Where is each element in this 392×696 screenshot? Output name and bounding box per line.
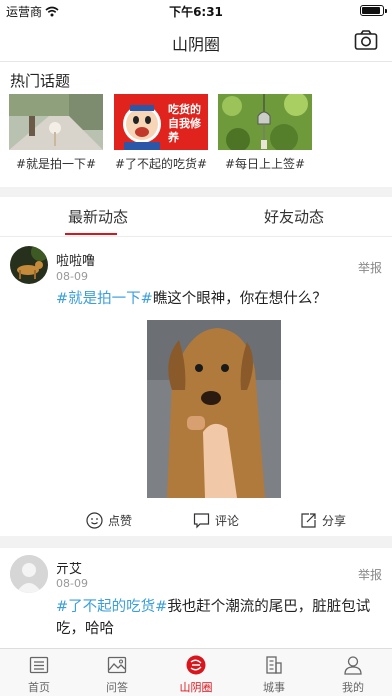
topic-image-text: 吃货的自我修养 [168, 103, 201, 144]
tabbar-label: 山阴圈 [179, 681, 213, 694]
tab-label: 最新动态 [67, 208, 128, 226]
image-icon [107, 656, 127, 674]
topic-item[interactable]: #每日上上签# [218, 94, 312, 172]
tabbar-qa[interactable]: 问答 [78, 649, 156, 696]
comment-icon [193, 512, 210, 528]
tabbar-label: 城事 [263, 681, 285, 694]
battery-level [362, 7, 380, 14]
topic-thumbnail: 吃货的自我修养 [114, 94, 208, 150]
tabbar-label: 问答 [106, 681, 128, 694]
post-card: 啦啦噜 08-09 举报 #就是拍一下#瞧这个眼神，你在想什么？ 点赞 评论 分… [0, 237, 392, 536]
status-bar: 运营商 下午6:31 [0, 0, 392, 20]
comment-button[interactable]: 评论 [193, 508, 239, 532]
tab-latest[interactable]: 最新动态 [0, 197, 196, 237]
tabbar-label: 首页 [28, 681, 50, 694]
tabbar-profile[interactable]: 我的 [314, 649, 392, 696]
smile-icon [86, 511, 103, 529]
topic-thumbnail [9, 94, 103, 150]
topic-label: #每日上上签# [224, 157, 306, 171]
post-topic-tag[interactable]: #了不起的吃货# [56, 599, 167, 615]
avatar[interactable] [10, 555, 48, 593]
bottom-tab-bar: 首页 问答 山阴圈 城事 我的 [0, 648, 392, 696]
post-card: 亓艾 08-09 举报 #了不起的吃货#我也赶个潮流的尾巴，脏脏包试吃，哈哈 [0, 548, 392, 648]
like-label: 点赞 [108, 513, 133, 528]
post-text: #了不起的吃货#我也赶个潮流的尾巴，脏脏包试吃，哈哈 [56, 596, 376, 640]
tabbar-city[interactable]: 城事 [235, 649, 313, 696]
section-divider [0, 536, 392, 548]
tab-label: 好友动态 [263, 208, 324, 226]
like-button[interactable]: 点赞 [86, 508, 132, 532]
report-button[interactable]: 举报 [358, 566, 382, 583]
share-icon [301, 512, 316, 528]
tab-friends[interactable]: 好友动态 [196, 197, 392, 237]
avatar[interactable] [10, 246, 48, 284]
topic-label: #就是拍一下# [15, 157, 97, 171]
hot-topics-title: 热门话题 [10, 72, 71, 90]
post-body: 瞧这个眼神，你在想什么？ [152, 291, 327, 307]
comment-label: 评论 [215, 513, 240, 528]
post-topic-tag[interactable]: #就是拍一下# [56, 291, 153, 307]
circle-logo-icon [186, 655, 206, 675]
person-icon [344, 656, 362, 675]
camera-icon[interactable] [354, 29, 378, 51]
share-button[interactable]: 分享 [300, 508, 346, 532]
post-text: #就是拍一下#瞧这个眼神，你在想什么？ [56, 288, 376, 310]
hot-topics-list: #就是拍一下# 吃货的自我修养 #了不起的吃货# #每日上上签# [0, 94, 392, 184]
home-icon [29, 656, 49, 674]
share-label: 分享 [322, 513, 347, 528]
post-date: 08-09 [56, 270, 88, 283]
section-divider [0, 187, 392, 197]
tabbar-label: 我的 [342, 681, 364, 694]
topic-label: #了不起的吃货# [114, 157, 208, 171]
report-button[interactable]: 举报 [358, 259, 382, 276]
post-date: 08-09 [56, 577, 88, 590]
topic-item[interactable]: 吃货的自我修养 #了不起的吃货# [114, 94, 208, 172]
battery-icon [360, 5, 387, 16]
topic-thumbnail [218, 94, 312, 150]
nav-bar: 山阴圈 [0, 20, 392, 62]
feed-tabs: 最新动态 好友动态 [0, 197, 392, 237]
post-photo[interactable] [147, 320, 281, 498]
topic-item[interactable]: #就是拍一下# [9, 94, 103, 172]
post-username[interactable]: 亓艾 [56, 558, 82, 577]
post-username[interactable]: 啦啦噜 [56, 250, 95, 269]
building-icon [266, 656, 282, 674]
tabbar-home[interactable]: 首页 [0, 649, 78, 696]
page-title: 山阴圈 [171, 35, 220, 54]
post-actions: 点赞 评论 分享 [0, 508, 392, 532]
status-time: 下午6:31 [169, 5, 223, 19]
active-tab-indicator [65, 233, 117, 235]
tabbar-circle[interactable]: 山阴圈 [157, 649, 235, 696]
